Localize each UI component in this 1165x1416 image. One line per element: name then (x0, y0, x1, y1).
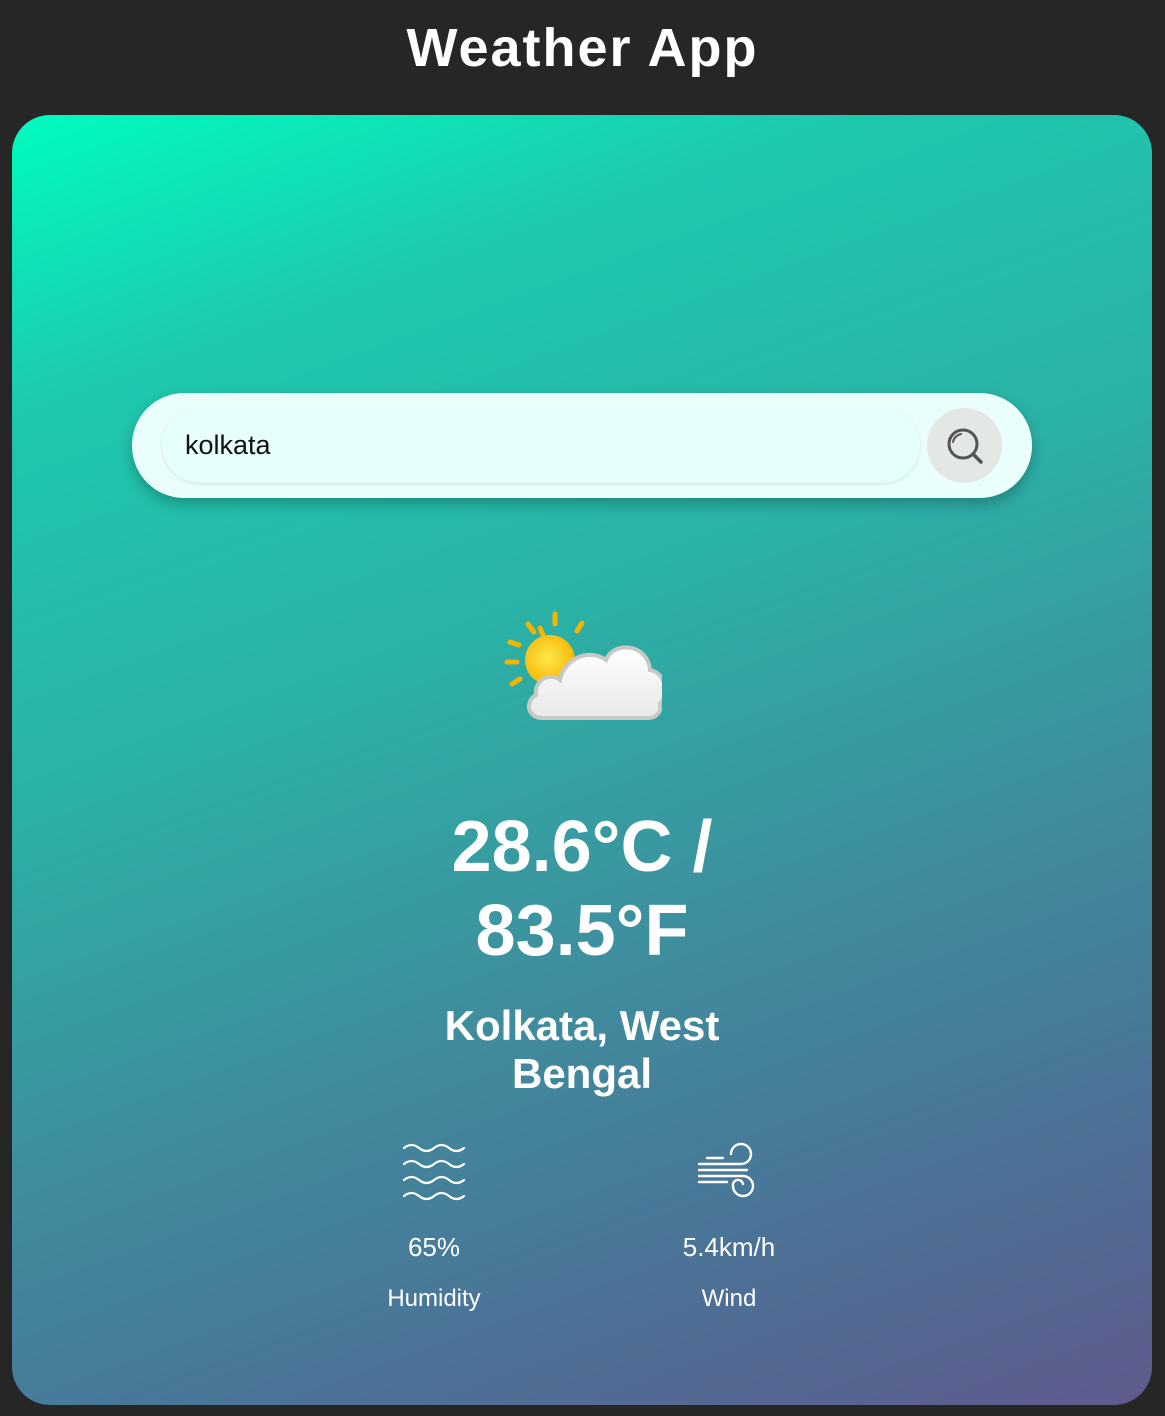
humidity-label: Humidity (387, 1285, 481, 1312)
temperature-celsius: 28.6°C / (451, 807, 713, 887)
temperature-display: 28.6°C / 83.5°F (12, 805, 1152, 973)
search-button[interactable] (927, 408, 1002, 483)
humidity-icon (402, 1143, 466, 1201)
wind-icon (697, 1142, 755, 1198)
search-input[interactable] (162, 407, 920, 483)
wind-label: Wind (701, 1285, 757, 1312)
weather-card: 28.6°C / 83.5°F Kolkata, West Bengal 65%… (12, 115, 1152, 1405)
location-line-1: Kolkata, West (444, 1002, 720, 1049)
humidity-value: 65% (407, 1232, 461, 1262)
app-title: Weather App (406, 18, 759, 78)
search-bar (132, 393, 1032, 498)
search-icon (947, 428, 983, 464)
wind-value: 5.4km/h (682, 1232, 776, 1262)
temperature-fahrenheit: 83.5°F (475, 891, 689, 971)
wind-stat: 5.4km/h Wind (629, 1140, 829, 1313)
partly-cloudy-icon (504, 611, 662, 720)
location-name: Kolkata, West Bengal (12, 1002, 1152, 1098)
location-line-2: Bengal (511, 1050, 653, 1097)
humidity-stat: 65% Humidity (334, 1140, 534, 1313)
